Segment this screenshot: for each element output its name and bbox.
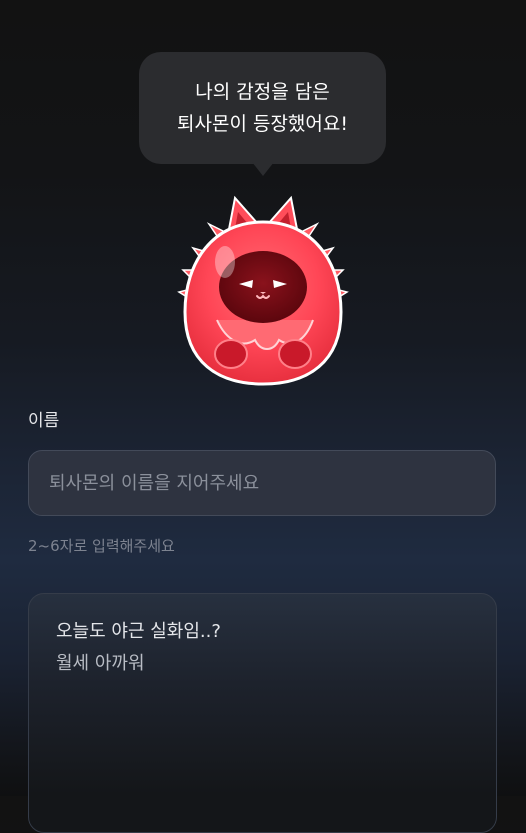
speech-bubble: 나의 감정을 담은 퇴사몬이 등장했어요! [139,52,386,164]
name-input[interactable] [28,450,496,516]
name-helper-text: 2~6자로 입력해주세요 [28,537,175,555]
speech-bubble-line-2: 퇴사몬이 등장했어요! [177,113,348,135]
speech-bubble-tail [252,162,274,176]
memo-card: 오늘도 야근 실화임..? 월세 아까워 [28,593,497,833]
speech-bubble-line-1: 나의 감정을 담은 [195,81,330,103]
name-label: 이름 [28,411,60,431]
memo-line-2: 월세 아까워 [56,653,145,674]
red-monster-icon [177,195,349,386]
memo-line-1: 오늘도 야근 실화임..? [56,621,221,642]
toesamon-character [173,192,353,392]
